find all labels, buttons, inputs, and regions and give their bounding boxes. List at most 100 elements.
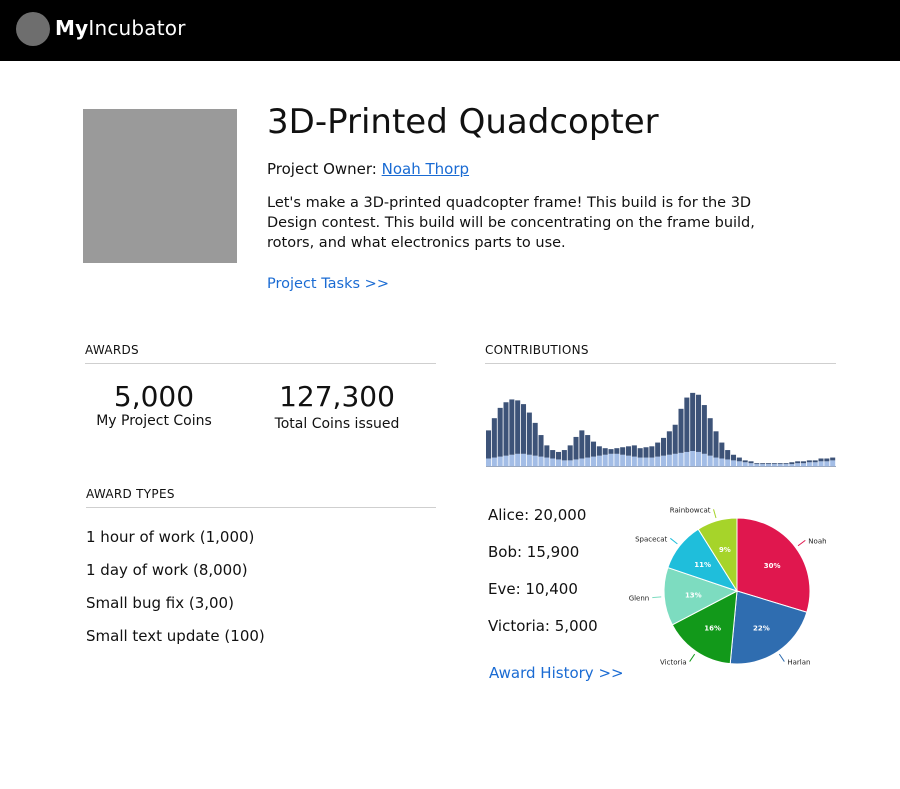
- project-owner-label: Project Owner:: [267, 160, 377, 178]
- contribution-bar-light: [824, 461, 830, 466]
- pie-slice-name: Harlan: [787, 659, 810, 667]
- contribution-bar-dark: [626, 446, 632, 456]
- contributions-heading: CONTRIBUTIONS: [485, 343, 836, 364]
- my-project-coins-label: My Project Coins: [96, 413, 212, 429]
- contributor-item: Bob: 15,900: [488, 543, 580, 561]
- pie-slice-percent: 16%: [704, 624, 721, 632]
- contribution-bar-dark: [486, 430, 492, 459]
- pie-label-leader: [669, 537, 678, 545]
- pie-slice-percent: 13%: [685, 591, 702, 599]
- contribution-bar-light: [567, 460, 573, 466]
- award-type-item: 1 day of work (8,000): [86, 561, 248, 579]
- contribution-bar-dark: [596, 446, 602, 456]
- contribution-bar-dark: [579, 430, 585, 459]
- contribution-bar-light: [526, 454, 532, 466]
- contribution-bar-light: [760, 464, 766, 466]
- contribution-bar-dark: [643, 447, 649, 458]
- contribution-bar-dark: [754, 463, 760, 465]
- pie-slice-name: Victoria: [660, 659, 687, 667]
- contribution-bar-light: [666, 454, 672, 466]
- contribution-bar-light: [777, 464, 783, 466]
- contribution-bar-dark: [771, 463, 777, 465]
- project-owner-link[interactable]: Noah Thorp: [382, 160, 469, 178]
- contribution-bar-dark: [666, 431, 672, 455]
- project-title: 3D-Printed Quadcopter: [267, 102, 659, 142]
- contributor-item: Victoria: 5,000: [488, 617, 598, 635]
- contribution-bar-light: [596, 455, 602, 466]
- contribution-bar-dark: [760, 463, 766, 465]
- contribution-bar-dark: [725, 450, 731, 460]
- contribution-bar-light: [579, 458, 585, 466]
- contribution-bar-light: [608, 453, 614, 466]
- award-history-link[interactable]: Award History >>: [489, 664, 624, 682]
- contribution-bar-dark: [509, 399, 515, 455]
- contribution-bar-light: [771, 464, 777, 466]
- pie-label-leader: [713, 509, 717, 519]
- contribution-bar-dark: [491, 418, 497, 458]
- contribution-bar-light: [643, 457, 649, 466]
- awards-heading: AWARDS: [85, 343, 436, 364]
- pie-slice-percent: 9%: [719, 546, 731, 554]
- contribution-bar-light: [561, 460, 567, 466]
- contribution-bar-dark: [608, 449, 614, 454]
- contribution-bar-dark: [789, 462, 795, 465]
- contribution-bar-dark: [661, 437, 667, 456]
- contribution-bar-light: [812, 462, 818, 466]
- contributor-item: Alice: 20,000: [488, 506, 587, 524]
- contribution-bar-dark: [766, 463, 772, 465]
- contribution-bar-dark: [731, 454, 737, 461]
- contribution-bar-light: [713, 457, 719, 466]
- logo-icon[interactable]: [16, 12, 50, 46]
- contribution-bar-dark: [649, 446, 655, 458]
- contribution-bar-dark: [655, 442, 661, 457]
- contribution-bar-dark: [795, 461, 801, 464]
- contribution-bar-light: [544, 457, 550, 466]
- contribution-bar-light: [573, 459, 579, 466]
- contribution-bar-light: [806, 462, 812, 466]
- contribution-bar-light: [783, 464, 789, 466]
- contribution-bar-dark: [812, 460, 818, 463]
- contribution-bar-dark: [690, 392, 696, 451]
- contribution-bar-light: [731, 460, 737, 466]
- my-project-coins: 5,000 My Project Coins: [88, 381, 220, 430]
- contribution-bar-dark: [719, 442, 725, 459]
- contribution-bar-dark: [614, 448, 620, 454]
- contribution-bar-light: [696, 451, 702, 466]
- contribution-bar-light: [678, 452, 684, 466]
- contribution-bar-light: [789, 464, 795, 466]
- project-image-placeholder: [83, 109, 237, 263]
- brand-name[interactable]: MyIncubator: [55, 16, 186, 40]
- contribution-bar-dark: [602, 448, 608, 455]
- contribution-bar-dark: [736, 457, 742, 462]
- contribution-bar-dark: [672, 424, 678, 454]
- contribution-bar-dark: [678, 408, 684, 453]
- contribution-bar-dark: [748, 461, 754, 464]
- contribution-bar-dark: [783, 463, 789, 465]
- contribution-bar-light: [591, 456, 597, 466]
- pie-slice-percent: 22%: [753, 624, 770, 632]
- pie-slice-percent: 30%: [764, 562, 781, 570]
- contribution-bar-light: [672, 453, 678, 466]
- contribution-bar-dark: [818, 458, 824, 462]
- contribution-bar-light: [748, 463, 754, 466]
- contribution-bar-dark: [620, 447, 626, 455]
- contribution-bar-light: [503, 455, 509, 466]
- contribution-bar-dark: [503, 402, 509, 456]
- contribution-bar-dark: [830, 457, 836, 461]
- contribution-bar-dark: [573, 436, 579, 460]
- contribution-bar-dark: [684, 397, 690, 452]
- contribution-bar-light: [521, 453, 527, 466]
- contribution-bar-light: [486, 458, 492, 466]
- contribution-bar-dark: [556, 451, 562, 460]
- contribution-bar-dark: [591, 441, 597, 457]
- pie-slice-name: Rainbowcat: [670, 506, 711, 514]
- contribution-bar-dark: [532, 422, 538, 456]
- contribution-bar-light: [491, 457, 497, 466]
- contribution-bar-light: [742, 462, 748, 466]
- contribution-bar-dark: [801, 461, 807, 464]
- contribution-bar-light: [661, 455, 667, 466]
- project-tasks-link[interactable]: Project Tasks >>: [267, 276, 389, 292]
- contribution-bar-dark: [567, 445, 573, 461]
- contribution-bar-light: [602, 454, 608, 466]
- project-description: Let's make a 3D-printed quadcopter frame…: [267, 195, 755, 251]
